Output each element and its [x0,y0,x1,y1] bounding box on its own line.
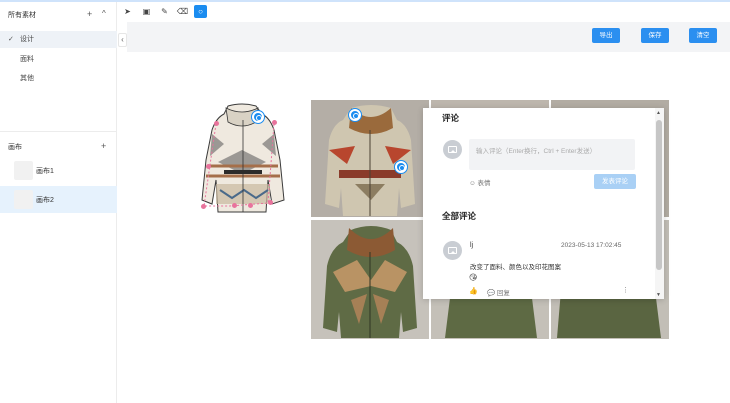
jacket-image-1-art [311,100,429,217]
comment-marker[interactable] [349,109,361,121]
scroll-down-icon[interactable]: ▼ [656,292,661,298]
canvas-label: 画布1 [36,168,54,175]
tree-item-label: 设计 [20,36,34,43]
materials-header: 所有素材 + ^ [8,9,110,20]
save-button[interactable]: 保存 [641,28,669,43]
comment-input[interactable]: 输入评论（Enter换行，Ctrl + Enter发送） [469,139,635,170]
lasso-node[interactable] [214,121,219,126]
sidebar-divider [0,131,117,132]
comment-panel-title: 评论 [442,113,460,123]
canvas-header-bar [127,22,730,52]
comment-marker[interactable] [252,111,264,123]
export-button[interactable]: 导出 [592,28,620,43]
canvas-title: 画布 [8,144,22,151]
add-material-icon[interactable]: + [87,9,92,19]
more-options-icon[interactable]: ⋮ [622,286,629,294]
canvas-label: 画布2 [36,197,54,204]
canvas-item-1[interactable]: 画布1 [0,157,117,184]
lasso-node[interactable] [201,204,206,209]
commenter-avatar [443,241,462,260]
comment-timestamp: 2023-05-13 17:02:45 [561,242,622,249]
tree-item-design[interactable]: ✓ 设计 [0,31,117,48]
comment-text: 改变了面料、颜色以及印花图案 [470,264,561,271]
avatar-placeholder-icon [448,247,457,254]
canvas-thumbnail [14,161,33,180]
tree-item-label: 其他 [20,75,34,82]
scroll-up-icon[interactable]: ▲ [656,110,661,116]
send-comment-button[interactable]: 发表评论 [594,174,636,189]
comment-panel: 评论 输入评论（Enter换行，Ctrl + Enter发送） ☺ 表情 发表评… [423,108,664,299]
tree-item-label: 面料 [20,56,34,63]
scroll-thumb[interactable] [656,120,662,270]
lasso-tool-icon[interactable]: ○ [194,5,207,18]
jacket-image-4[interactable] [311,220,429,339]
lasso-node[interactable] [248,203,253,208]
current-user-avatar [443,140,462,159]
sidebar: 所有素材 + ^ ✓ 设计 面料 其他 画布 + 画布1 画布2 [0,2,117,403]
lasso-node[interactable] [206,164,211,169]
check-icon: ✓ [8,36,14,43]
canvas-header: 画布 + [8,141,110,152]
jacket-sketch-image [201,103,285,213]
jacket-sketch[interactable] [198,100,288,216]
add-canvas-icon[interactable]: + [101,141,106,151]
tree-item-fabric[interactable]: 面料 [0,51,117,68]
canvas-item-2[interactable]: 画布2 [0,186,117,213]
jacket-image-4-art [311,220,429,339]
reply-icon: 💬 [487,290,496,297]
reply-button[interactable]: 💬 回复 [487,287,510,297]
emoji-button[interactable]: ☺ 表情 [469,177,490,187]
collapse-materials-icon[interactable]: ^ [102,9,106,18]
comment-username: lj [470,242,474,249]
pen-tool-icon[interactable]: ✎ [158,5,171,18]
reply-label: 回复 [496,290,510,297]
pointer-tool-icon[interactable]: ➤ [121,5,134,18]
eraser-tool-icon[interactable]: ⌫ [176,5,189,18]
smile-icon: ☺ [469,180,476,187]
emoji-label: 表情 [477,180,491,187]
image-tool-icon[interactable]: ▣ [140,5,153,18]
comment-marker[interactable] [395,161,407,173]
avatar-placeholder-icon [448,146,457,153]
all-comments-title: 全部评论 [442,211,477,221]
lasso-node[interactable] [232,203,237,208]
collapse-sidebar-button[interactable]: ‹ [118,33,127,47]
materials-title: 所有素材 [8,12,36,19]
like-icon[interactable]: 👍 [469,287,478,295]
clear-button[interactable]: 清空 [689,28,717,43]
jacket-image-1[interactable] [311,100,429,217]
tree-item-other[interactable]: 其他 [0,70,117,87]
comment-emoji: 😘 [469,273,478,282]
canvas-thumbnail [14,190,33,209]
lasso-node[interactable] [272,120,277,125]
lasso-node[interactable] [268,200,273,205]
